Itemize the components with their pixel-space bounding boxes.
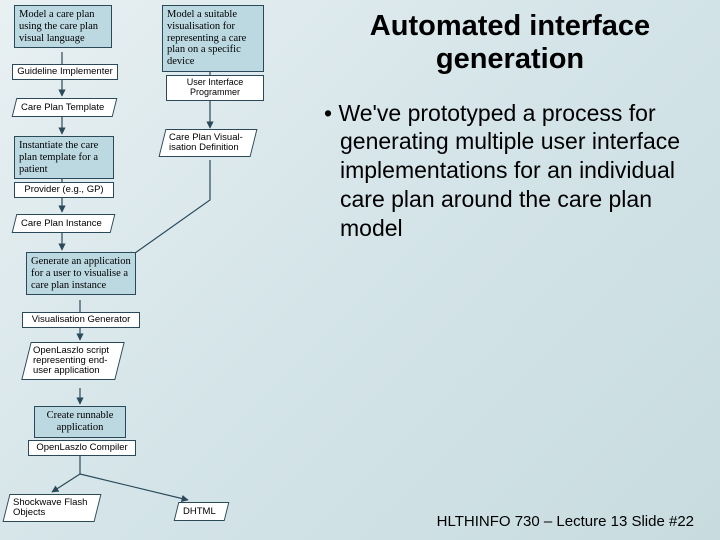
box-model-visualisation: Model a suitable visualisation for repre… (162, 5, 264, 72)
box-generate-app: Generate an application for a user to vi… (26, 252, 136, 295)
bullet-text: • We've prototyped a process for generat… (320, 99, 700, 243)
para-shockwave: Shockwave FlashObjects (3, 494, 102, 522)
box-model-care-plan: Model a care plan using the care plan vi… (14, 5, 112, 48)
slide-title: Automated interfacegeneration (320, 10, 700, 77)
role-guideline-implementer: Guideline Implementer (12, 64, 118, 80)
flowchart-diagram: Model a care plan using the care plan vi… (0, 0, 310, 540)
role-provider: Provider (e.g., GP) (14, 182, 114, 198)
para-care-plan-template: Care Plan Template (12, 98, 118, 117)
para-care-plan-vis-def: Care Plan Visual-isation Definition (159, 129, 258, 157)
role-vis-generator: Visualisation Generator (22, 312, 140, 328)
para-care-plan-instance: Care Plan Instance (12, 214, 116, 233)
slide-content: Automated interfacegeneration • We've pr… (310, 0, 720, 540)
slide-footer: HLTHINFO 730 – Lecture 13 Slide #22 (437, 513, 694, 530)
para-openlaszlo-script: OpenLaszlo scriptrepresenting end-user a… (21, 342, 124, 380)
role-openlaszlo-compiler: OpenLaszlo Compiler (28, 440, 136, 456)
box-instantiate: Instantiate the care plan template for a… (14, 136, 114, 179)
box-create-runnable: Create runnableapplication (34, 406, 126, 438)
role-ui-programmer: User Interface Programmer (166, 75, 264, 101)
para-dhtml: DHTML (174, 502, 229, 521)
